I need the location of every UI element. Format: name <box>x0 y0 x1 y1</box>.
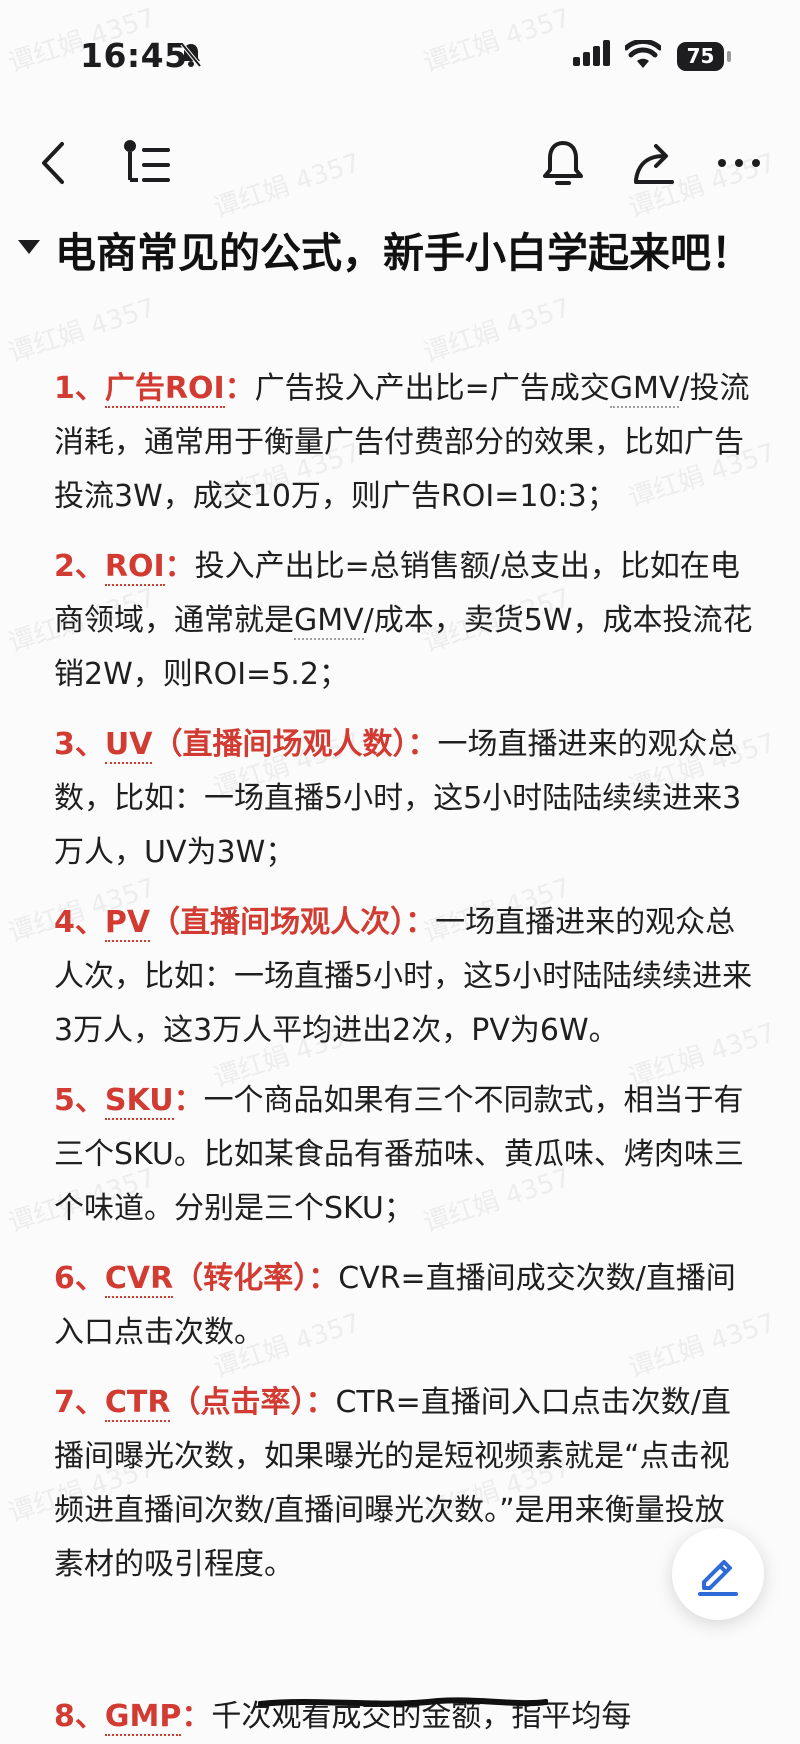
cellular-signal-icon <box>573 40 611 70</box>
formula-item: 6、CVR（转化率）：CVR=直播间成交次数/直播间入口点击次数。 <box>54 1252 754 1360</box>
item-number: 1、 <box>54 371 105 406</box>
item-colon: ： <box>164 549 195 584</box>
item-term[interactable]: SKU <box>104 1083 174 1120</box>
item-number: 5、 <box>54 1083 105 1118</box>
outline-icon[interactable] <box>122 140 170 190</box>
bell-off-icon <box>180 42 202 72</box>
top-nav <box>0 120 800 210</box>
item-text: 广告投入产出比=广告成交 <box>254 371 610 406</box>
item-link-term[interactable]: GMV <box>609 371 680 408</box>
formula-item: 1、广告ROI：广告投入产出比=广告成交GMV/投流消耗，通常用于衡量广告付费部… <box>54 362 754 524</box>
scribble-mark <box>258 1697 548 1707</box>
item-term[interactable]: UV <box>104 727 153 764</box>
wifi-icon <box>623 38 663 72</box>
item-term[interactable]: CTR <box>104 1385 171 1422</box>
edit-icon <box>698 1560 738 1596</box>
watermark: 谭红娟 4357 <box>4 293 160 369</box>
edit-button[interactable] <box>672 1528 764 1620</box>
formula-item: 7、CTR（点击率）：CTR=直播间入口点击次数/直播间曝光次数，如果曝光的是短… <box>54 1376 754 1592</box>
item-term[interactable]: ROI <box>104 549 165 586</box>
formula-item: 3、UV（直播间场观人数）：一场直播进来的观众总数，比如：一场直播5小时，这5小… <box>54 718 754 880</box>
item-colon: ： <box>308 1261 339 1296</box>
item-term[interactable]: 广告ROI <box>104 371 225 408</box>
note-content: 1、广告ROI：广告投入产出比=广告成交GMV/投流消耗，通常用于衡量广告付费部… <box>54 362 754 1608</box>
item-number: 7、 <box>54 1385 105 1420</box>
formula-item: 2、ROI：投入产出比=总销售额/总支出，比如在电商领域，通常就是GMV/成本，… <box>54 540 754 702</box>
bell-icon[interactable] <box>542 140 584 190</box>
item-number: 6、 <box>54 1261 105 1296</box>
item-term[interactable]: GMP <box>104 1699 182 1736</box>
item-term[interactable]: CVR <box>104 1261 174 1298</box>
page-title: 电商常见的公式，新手小白学起来吧！ <box>55 229 752 277</box>
formula-item: 5、SKU：一个商品如果有三个不同款式，相当于有三个SKU。比如某食品有番茄味、… <box>54 1074 754 1236</box>
item-term-extra: （直播间场观人次） <box>150 905 406 940</box>
item-colon: ： <box>224 371 255 406</box>
watermark: 谭红娟 4357 <box>419 293 575 369</box>
share-icon[interactable] <box>632 140 676 190</box>
item-term-extra: （点击率） <box>170 1385 306 1420</box>
item-colon: ： <box>405 905 436 940</box>
item-number: 3、 <box>54 727 105 762</box>
collapse-toggle-icon[interactable] <box>18 240 40 254</box>
more-icon[interactable] <box>716 140 762 190</box>
item-number: 8、 <box>54 1699 105 1734</box>
item-colon: ： <box>173 1083 204 1118</box>
item-colon: ： <box>181 1699 212 1734</box>
status-bar: 16:45 75 <box>0 0 800 110</box>
battery-indicator: 75 <box>677 42 724 71</box>
item-term-extra: （转化率） <box>173 1261 309 1296</box>
back-icon[interactable] <box>38 140 68 190</box>
item-term-extra: （直播间场观人数） <box>152 727 408 762</box>
item-link-term[interactable]: GMV <box>294 603 364 640</box>
status-time: 16:45 <box>80 36 188 75</box>
formula-item: 4、PV（直播间场观人次）：一场直播进来的观众总人次，比如：一场直播5小时，这5… <box>54 896 754 1058</box>
item-colon: ： <box>407 727 438 762</box>
battery-tip <box>727 51 731 62</box>
item-number: 2、 <box>54 549 105 584</box>
item-term[interactable]: PV <box>104 905 151 942</box>
item-number: 4、 <box>54 905 105 940</box>
item-colon: ： <box>305 1385 336 1420</box>
